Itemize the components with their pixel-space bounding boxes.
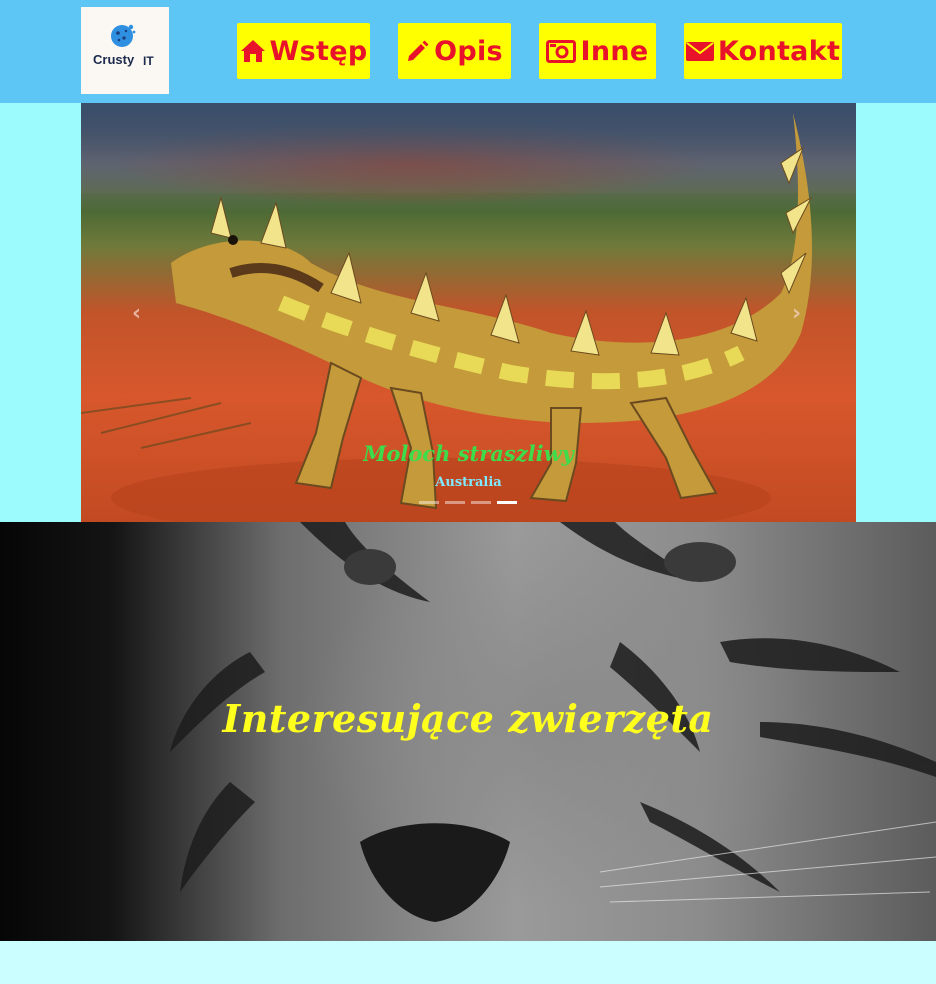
pencil-icon bbox=[408, 40, 429, 61]
nav-button-opis[interactable]: Opis bbox=[398, 23, 511, 79]
cookie-logo-icon bbox=[111, 24, 136, 47]
carousel-indicator-2[interactable] bbox=[445, 501, 465, 504]
nav-button-kontakt[interactable]: Kontakt bbox=[684, 23, 842, 79]
logo-suffix-text: IT bbox=[143, 54, 154, 68]
logo-brand-text: Crusty bbox=[93, 52, 135, 67]
hero-title: Interesujące zwierzęta bbox=[222, 696, 714, 741]
top-header: Crusty IT Wstęp Opis Inne Kontakt bbox=[0, 0, 936, 103]
nav-button-inne[interactable]: Inne bbox=[539, 23, 656, 79]
carousel-indicator-3[interactable] bbox=[471, 501, 491, 504]
home-icon bbox=[240, 40, 265, 62]
carousel-indicator-1[interactable] bbox=[419, 501, 439, 504]
carousel-next-icon[interactable]: › bbox=[792, 301, 801, 326]
carousel-prev-icon[interactable]: ‹ bbox=[132, 301, 141, 326]
carousel-indicator-4[interactable] bbox=[497, 501, 517, 504]
nav-label-opis: Opis bbox=[434, 35, 503, 67]
nav-label-kontakt: Kontakt bbox=[717, 35, 841, 67]
hero-section: Interesujące zwierzęta bbox=[0, 522, 936, 941]
carousel-indicators bbox=[419, 501, 517, 504]
slide-caption-title: Moloch straszliwy bbox=[363, 441, 574, 466]
slide-caption-subtitle: Australia bbox=[435, 475, 502, 490]
nav-label-inne: Inne bbox=[580, 35, 649, 67]
nav-button-wstep[interactable]: Wstęp bbox=[237, 23, 370, 79]
nav-label-wstep: Wstęp bbox=[269, 35, 368, 67]
camera-icon bbox=[546, 40, 577, 63]
envelope-icon bbox=[685, 42, 714, 61]
site-logo[interactable]: Crusty IT bbox=[81, 7, 169, 94]
carousel-slide: ‹ › Moloch straszliwy Australia bbox=[81, 103, 856, 522]
